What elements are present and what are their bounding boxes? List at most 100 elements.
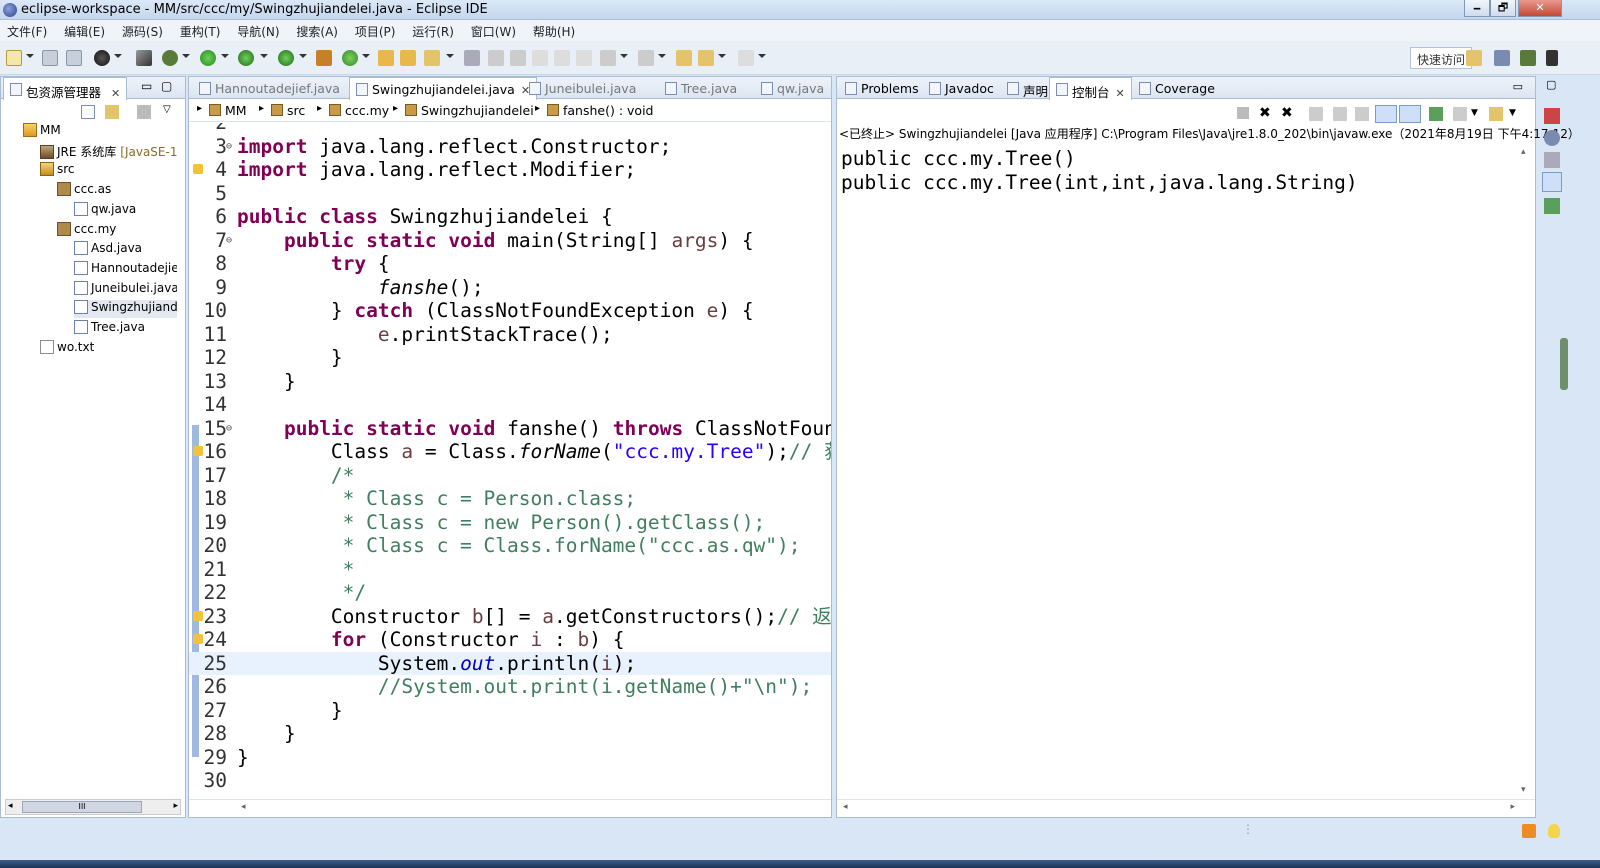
scroll-down-icon[interactable]: ▾ <box>1521 785 1526 795</box>
word-wrap-icon[interactable] <box>1355 107 1369 121</box>
tree-item[interactable]: ▷qw.java <box>74 201 136 220</box>
remove-all-launches-icon[interactable]: ✖ <box>1281 105 1293 121</box>
search-dropdown-icon[interactable] <box>446 54 454 58</box>
code-line[interactable]: 8 try { <box>189 252 831 276</box>
warning-icon[interactable] <box>193 634 203 644</box>
tab-package-explorer[interactable]: 包资源管理器 ✕ <box>3 77 128 100</box>
tab-view[interactable]: 控制台 ✕ <box>1049 77 1132 100</box>
scroll-right-icon[interactable]: ▸ <box>1510 802 1515 812</box>
quick-access-field[interactable]: 快速访问 <box>1409 47 1472 69</box>
console-horizontal-scrollbar[interactable]: ◂ ▸ <box>837 799 1535 817</box>
coverage-dropdown-icon[interactable] <box>260 54 268 58</box>
run-dropdown-icon[interactable] <box>221 54 229 58</box>
display-console-dropdown-icon[interactable]: ▼ <box>1471 108 1478 118</box>
menu-project[interactable]: 项目(P) <box>348 20 402 40</box>
user-icon[interactable] <box>94 50 110 66</box>
code-line[interactable]: 13 } <box>189 370 831 394</box>
block-select-icon[interactable] <box>554 50 570 66</box>
collapse-all-icon[interactable] <box>81 105 95 119</box>
close-button[interactable]: ✕ <box>1518 0 1562 17</box>
code-line[interactable]: 20 * Class c = Class.forName("ccc.as.qw"… <box>189 534 831 558</box>
breadcrumb-item[interactable]: Swingzhujiandelei <box>421 103 534 118</box>
breadcrumb-item[interactable]: MM <box>225 103 247 118</box>
editor-horizontal-scrollbar[interactable]: ◂ <box>189 799 831 817</box>
code-line[interactable]: 7 public static void main(String[] args)… <box>189 229 831 253</box>
code-line[interactable]: 11 e.printStackTrace(); <box>189 323 831 347</box>
tree-item[interactable]: ▷Juneibulei.java <box>74 280 177 299</box>
scroll-thumb[interactable]: III <box>22 801 142 813</box>
code-line[interactable]: 24 for (Constructor i : b) { <box>189 628 831 652</box>
skip-breakpoints-icon[interactable] <box>136 50 152 66</box>
open-console-icon[interactable] <box>1489 107 1503 121</box>
code-line[interactable]: 4 import java.lang.reflect.Modifier; <box>189 158 831 182</box>
scroll-up-icon[interactable]: ▴ <box>1521 147 1526 157</box>
external-tools-dropdown-icon[interactable] <box>299 54 307 58</box>
maximize-view-icon[interactable]: ▢ <box>161 79 172 93</box>
menu-source[interactable]: 源码(S) <box>115 20 169 40</box>
restore-icon[interactable]: ▢ <box>1546 78 1556 91</box>
save-all-icon[interactable] <box>66 50 82 66</box>
breadcrumb-separator-icon[interactable]: ▸ <box>317 103 322 114</box>
tree-item[interactable]: ◢MM <box>23 123 61 141</box>
show-stdout-icon[interactable] <box>1375 105 1397 123</box>
scroll-lock-icon[interactable] <box>1333 107 1347 121</box>
code-line[interactable]: 27 } <box>189 699 831 723</box>
console-output[interactable]: public ccc.my.Tree() public ccc.my.Tree(i… <box>841 147 1358 194</box>
tab-view[interactable]: 声明 <box>1001 77 1054 99</box>
rss-icon[interactable] <box>1522 824 1536 838</box>
breadcrumb-separator-icon[interactable]: ▸ <box>197 103 202 114</box>
fold-icon[interactable]: ⊖ <box>226 229 232 253</box>
new-package-icon[interactable] <box>316 50 332 66</box>
code-line[interactable]: 12 } <box>189 346 831 370</box>
terminate-icon[interactable] <box>1237 107 1249 119</box>
tree-item[interactable]: ▷Tree.java <box>74 320 145 338</box>
breadcrumb-item[interactable]: src <box>287 103 305 118</box>
fold-icon[interactable]: ⊖ <box>226 135 232 159</box>
javadoc-icon[interactable] <box>1544 130 1560 146</box>
toggle-block-icon[interactable] <box>510 50 526 66</box>
tab-view[interactable]: Javadoc <box>923 77 1000 99</box>
back-dropdown-icon[interactable] <box>718 54 726 58</box>
remove-launch-icon[interactable]: ✖ <box>1259 105 1271 121</box>
code-line[interactable]: 6 public class Swingzhujiandelei { <box>189 205 831 229</box>
user-dropdown-icon[interactable] <box>114 54 122 58</box>
code-line[interactable]: 25 System.out.println(i); <box>189 651 831 675</box>
tree-item[interactable]: ▷Hannoutadejief.java <box>74 260 177 279</box>
word-wrap-icon[interactable] <box>532 50 548 66</box>
tree-item[interactable]: ▷JRE 系统库[JavaSE-1.8] <box>40 143 177 161</box>
code-line[interactable]: 17 /* <box>189 464 831 488</box>
debug-icon[interactable] <box>162 50 178 66</box>
coverage-icon[interactable] <box>238 50 254 66</box>
tip-bulb-icon[interactable] <box>1548 824 1560 838</box>
tab-editor-file[interactable]: Juneibulei.java <box>523 77 642 99</box>
menu-help[interactable]: 帮助(H) <box>526 20 581 40</box>
new-class-dropdown-icon[interactable] <box>362 54 370 58</box>
menu-navigate[interactable]: 导航(N) <box>230 20 285 40</box>
code-line[interactable]: 9 fanshe(); <box>189 276 831 300</box>
clear-console-icon[interactable] <box>1309 107 1323 121</box>
debug-perspective-icon[interactable] <box>1520 50 1536 66</box>
breadcrumb-separator-icon[interactable]: ▸ <box>259 103 264 114</box>
code-line[interactable]: 26 //System.out.print(i.getName()+"\n"); <box>189 675 831 699</box>
tree-item[interactable]: ▷Asd.java <box>74 241 142 259</box>
code-line[interactable]: 18 * Class c = Person.class; <box>189 487 831 511</box>
close-icon[interactable]: ✕ <box>111 87 120 100</box>
next-annotation-icon[interactable] <box>600 50 616 66</box>
forward-dropdown-icon[interactable] <box>758 54 766 58</box>
side-handle[interactable] <box>1560 338 1568 390</box>
code-line[interactable]: 30 <box>189 769 831 793</box>
menu-file[interactable]: 文件(F) <box>0 20 53 40</box>
breadcrumb-separator-icon[interactable]: ▸ <box>535 103 540 114</box>
minimize-view-icon[interactable]: ▭ <box>1513 80 1523 93</box>
scroll-right-icon[interactable]: ▸ <box>173 801 178 811</box>
git-perspective-icon[interactable] <box>1546 50 1558 66</box>
tab-view[interactable]: Coverage <box>1133 77 1221 99</box>
tree-item[interactable]: ◢src <box>40 162 75 180</box>
menu-refactor[interactable]: 重构(T) <box>173 20 227 40</box>
menu-run[interactable]: 运行(R) <box>405 20 460 40</box>
open-type-icon[interactable] <box>378 50 394 66</box>
run-icon[interactable] <box>200 50 216 66</box>
prev-annotation-dropdown-icon[interactable] <box>658 54 666 58</box>
link-editor-icon[interactable] <box>105 105 119 119</box>
code-line[interactable]: 29} <box>189 746 831 770</box>
